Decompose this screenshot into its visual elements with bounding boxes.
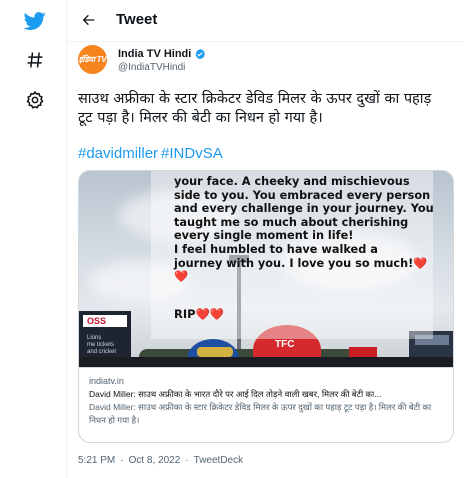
hashtag-link[interactable]: #INDvSA <box>161 145 223 162</box>
separator: · <box>185 455 189 466</box>
side-nav <box>0 0 70 478</box>
card-domain: indiatv.in <box>89 376 124 386</box>
card-title: David Miller: साउथ अफ्रीका के भारत दौरे … <box>89 389 382 399</box>
caption-line: journey with you. I love you so much!❤️ <box>174 257 434 271</box>
caption-line: I feel humbled to have walked a <box>174 242 378 256</box>
hashtag-icon <box>27 52 43 68</box>
author-name-link[interactable]: India TV Hindi <box>118 48 206 60</box>
hashtag-link[interactable]: #davidmiller <box>78 145 158 162</box>
explore-button[interactable] <box>14 39 56 81</box>
tweet-timestamp: 5:21 PM · Oct 8, 2022 · TweetDeck <box>78 455 243 466</box>
rip-text: RIP❤️❤️ <box>174 307 224 321</box>
arrow-left-icon <box>82 14 95 26</box>
settings-button[interactable] <box>14 79 56 121</box>
gear-icon <box>26 90 44 109</box>
link-card[interactable]: OSS Lions me tickets and cricket TFC you… <box>78 170 454 443</box>
author-handle[interactable]: @IndiaTVHindi <box>118 62 185 73</box>
cap-text: TFC <box>275 339 295 350</box>
twitter-bird-icon <box>24 12 46 30</box>
tweet-time[interactable]: 5:21 PM <box>78 455 115 466</box>
page-title: Tweet <box>116 11 158 28</box>
twitter-logo-button[interactable] <box>14 0 56 42</box>
caption-line: side to you. You embraced every person <box>174 188 431 202</box>
author-name: India TV Hindi <box>118 48 192 60</box>
card-description: David Miller: साउथ अफ्रीका के स्टार क्रि… <box>89 402 432 425</box>
card-image: OSS Lions me tickets and cricket TFC you… <box>79 171 453 367</box>
stand-sign: OSS <box>87 316 107 326</box>
header-divider <box>67 41 464 42</box>
tweet-date[interactable]: Oct 8, 2022 <box>129 455 181 466</box>
image-caption: your face. A cheeky and mischievous side… <box>174 175 434 284</box>
back-button[interactable] <box>73 4 105 36</box>
helmet-visor <box>197 347 233 357</box>
caption-line: your face. A cheeky and mischievous <box>174 175 410 188</box>
nav-divider <box>66 0 67 478</box>
tweet-source: TweetDeck <box>193 455 244 466</box>
heart-emoji: ❤️ <box>174 270 189 284</box>
tweet-text: साउथ अफ्रीका के स्टार क्रिकेटर डेविड मिल… <box>78 91 432 126</box>
stand-sub-text: Lions me tickets and cricket <box>87 335 117 355</box>
ground-shadow <box>79 357 453 367</box>
hashtags: #davidmiller #INDvSA <box>78 145 226 162</box>
rip-label: RIP <box>174 307 196 321</box>
caption-line: and every challenge in your journey. You <box>174 202 434 216</box>
caption-line: taught me so much about cherishing <box>174 215 409 229</box>
heart-emoji: ❤️ <box>413 256 428 270</box>
verified-badge-icon <box>195 48 206 60</box>
heart-emoji: ❤️❤️ <box>195 307 225 321</box>
card-meta: indiatv.in David Miller: साउथ अफ्रीका के… <box>79 367 453 427</box>
avatar-text: इंडिया TV <box>78 55 107 64</box>
caption-line: every single moment in life! <box>174 229 354 243</box>
avatar[interactable]: इंडिया TV <box>78 45 107 74</box>
tweet-header: Tweet <box>67 0 464 41</box>
separator: · <box>120 455 124 466</box>
caption-line-text: journey with you. I love you so much! <box>174 256 414 270</box>
